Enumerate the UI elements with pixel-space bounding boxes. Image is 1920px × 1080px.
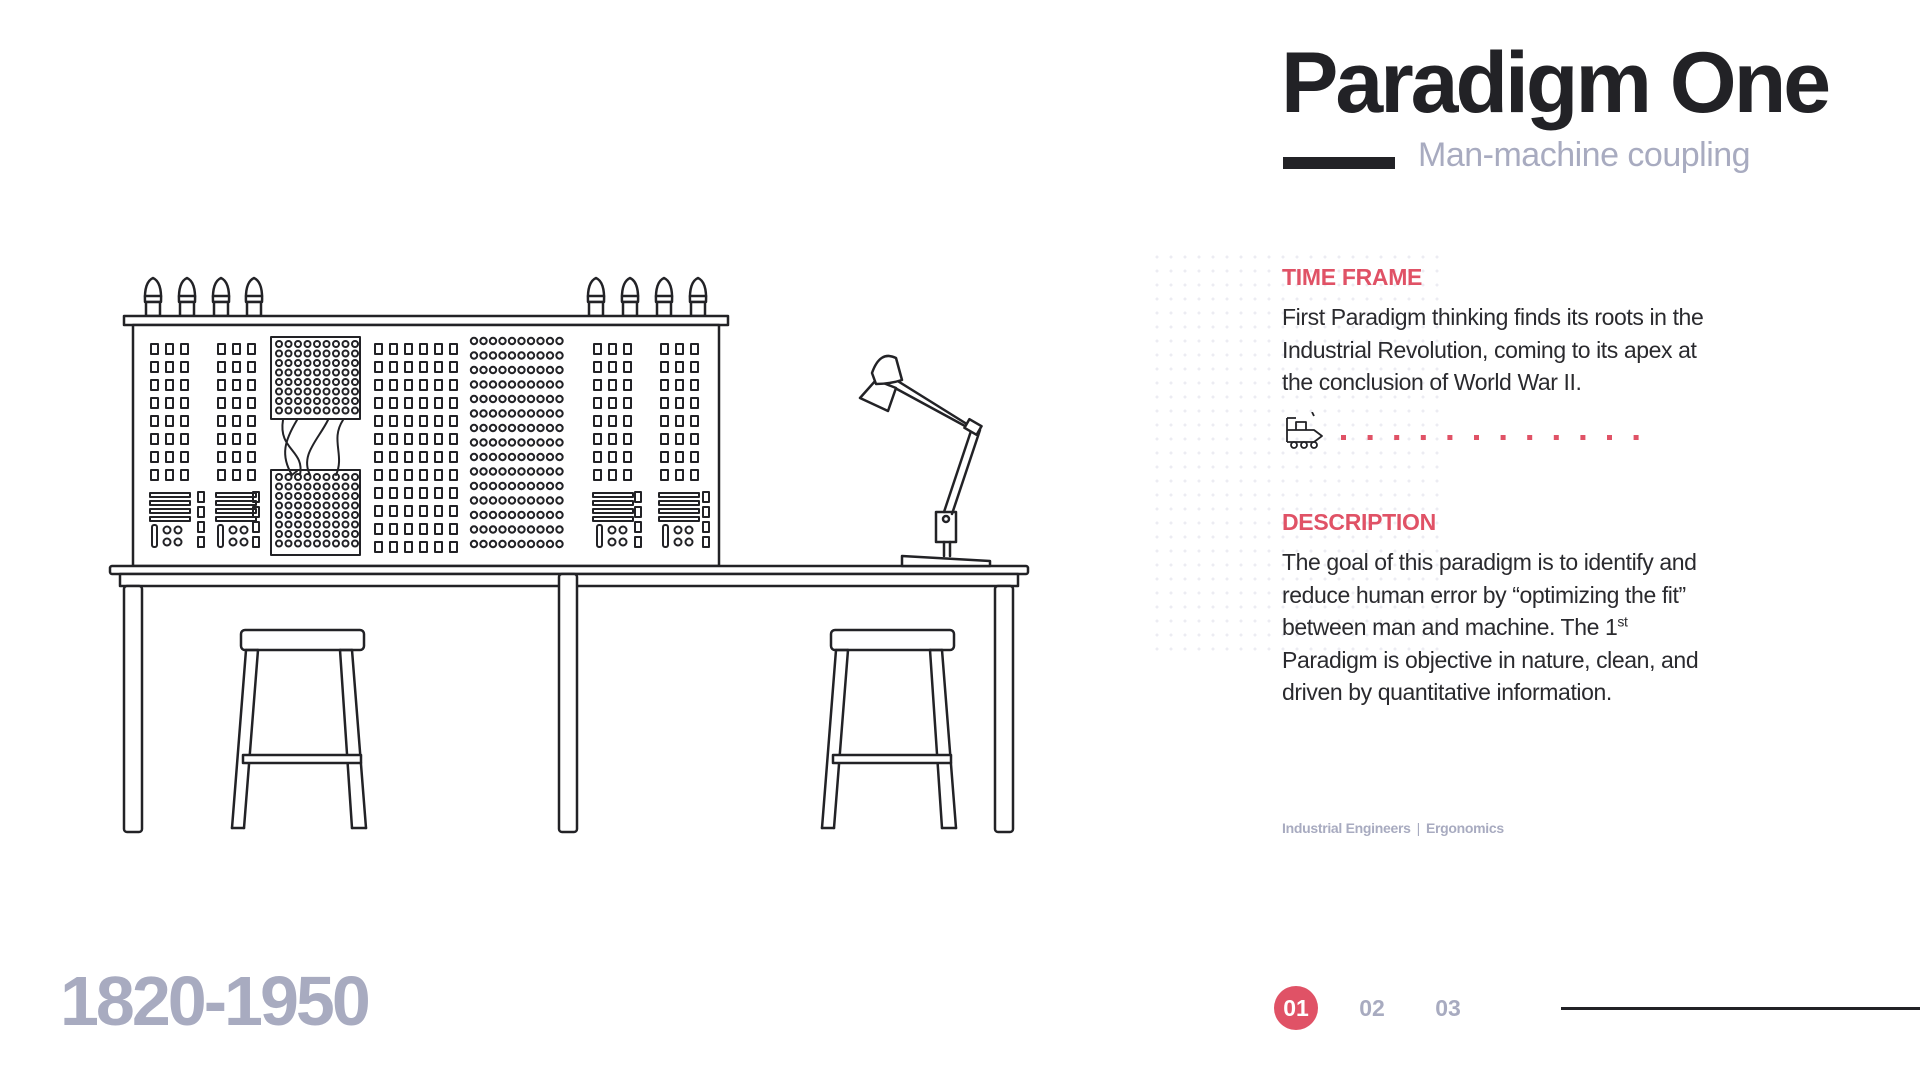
timeline-dot — [1447, 435, 1453, 440]
page-button-03[interactable]: 03 — [1426, 986, 1470, 1030]
desk-lamp — [858, 354, 992, 568]
timeline-dot — [1367, 435, 1373, 440]
timeline-dot — [1553, 435, 1559, 440]
stool — [820, 628, 958, 830]
timeline-dot — [1633, 435, 1639, 440]
tag-list: Industrial Engineers | Ergonomics — [1282, 820, 1504, 836]
timeline-dot — [1607, 435, 1612, 440]
panel-bulbs — [143, 276, 708, 318]
desk-leg — [557, 572, 579, 834]
timeline-dot — [1527, 435, 1533, 440]
page-button-01[interactable]: 01 — [1274, 986, 1318, 1030]
timeline-dot — [1420, 435, 1426, 440]
page-subtitle: Man-machine coupling — [1418, 136, 1751, 174]
progress-line — [1561, 1007, 1920, 1010]
timeline-dots — [1341, 435, 1639, 440]
time-frame-heading: TIME FRAME — [1282, 264, 1423, 290]
panel-top-shelf — [122, 314, 730, 327]
train-icon — [1286, 412, 1323, 449]
stool — [230, 628, 368, 830]
timeline-dot — [1580, 435, 1586, 440]
timeline — [1286, 412, 1639, 449]
timeline-dot — [1500, 435, 1506, 440]
year-range: 1820-1950 — [60, 962, 371, 1040]
title-underline-bar — [1283, 157, 1395, 169]
timeline-dot — [1394, 435, 1400, 440]
control-panel-desk-illustration — [108, 276, 1030, 834]
description-heading: DESCRIPTION — [1282, 509, 1436, 535]
page-button-02[interactable]: 02 — [1350, 986, 1394, 1030]
tag[interactable]: Industrial Engineers — [1282, 820, 1411, 836]
timeline-dot — [1341, 435, 1346, 440]
tag-separator: | — [1416, 820, 1421, 836]
timeline-dot — [1474, 435, 1479, 440]
page-title: Paradigm One — [1281, 35, 1831, 131]
desk-leg — [122, 584, 144, 834]
tag[interactable]: Ergonomics — [1426, 820, 1504, 836]
description-text: The goal of this paradigm is to identify… — [1282, 549, 1699, 705]
time-frame-text: First Paradigm thinking finds its roots … — [1282, 304, 1704, 395]
desk-leg — [993, 584, 1015, 834]
